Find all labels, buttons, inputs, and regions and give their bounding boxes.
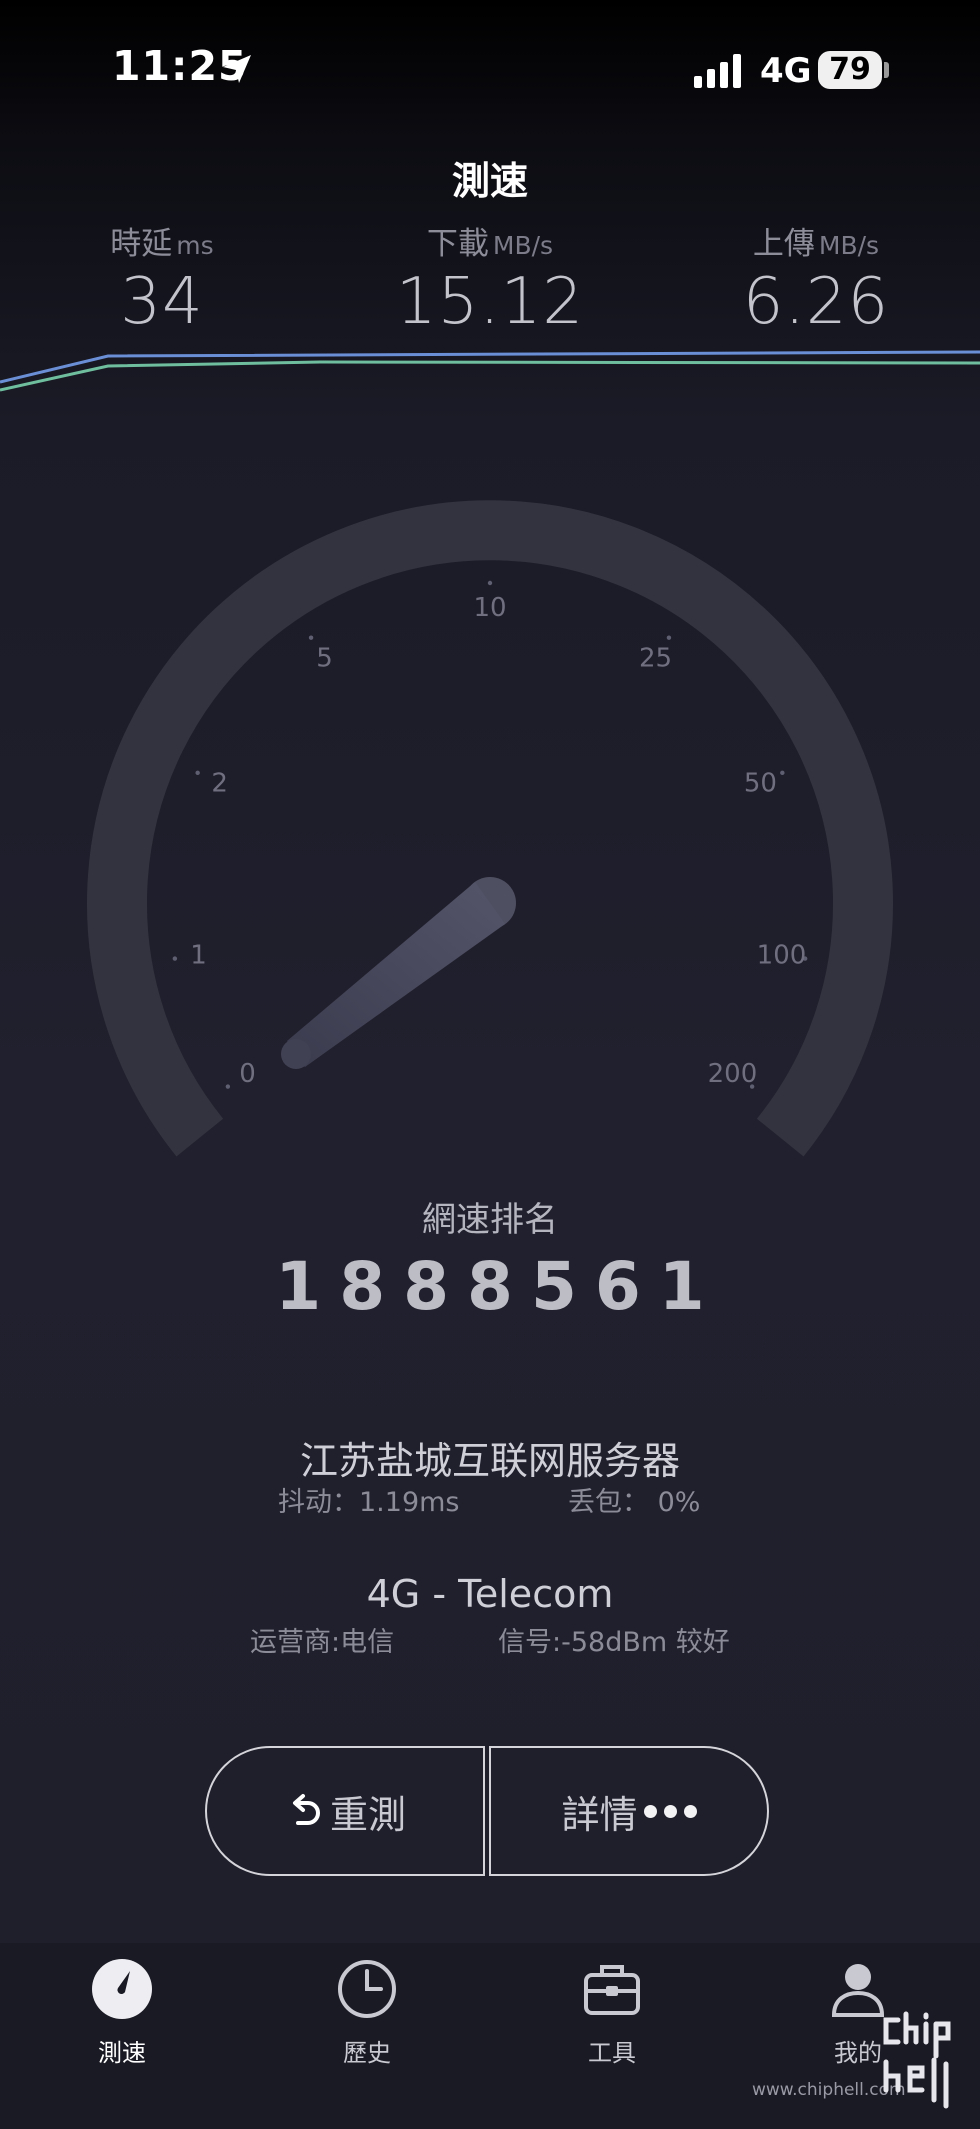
upload-metric: 上傳 MB/s 6.26 — [656, 218, 976, 339]
toolbox-icon — [584, 1965, 640, 2015]
gauge-tick-dot — [666, 635, 672, 640]
gauge-tick-label: 2 — [211, 769, 228, 799]
tab-label-speedtest: 測速 — [98, 2039, 146, 2067]
upload-label: 上傳 — [752, 226, 815, 262]
gauge-tick-label: 10 — [473, 593, 506, 623]
page-title: 測速 — [451, 159, 528, 203]
gauge-tick-label: 5 — [316, 644, 333, 674]
speed-trend-chart — [0, 350, 980, 392]
gauge-tick-label: 100 — [757, 940, 807, 970]
gauge-tick-dot — [308, 635, 314, 640]
download-trend-line — [0, 350, 980, 384]
gauge-tick-dot — [172, 956, 178, 961]
more-dots-icon — [643, 1804, 697, 1818]
undo-arrow-icon — [292, 1794, 320, 1825]
server-name: 江苏盐城互联网服务器 — [299, 1439, 680, 1483]
tab-history[interactable]: 歷史 — [307, 1943, 427, 2068]
retest-button[interactable]: 重測 — [205, 1746, 485, 1876]
download-metric: 下載 MB/s 15.12 — [330, 218, 650, 339]
network-type-indicator: 4G — [760, 51, 812, 91]
download-value: 15.12 — [395, 265, 585, 339]
latency-metric: 時延 ms 34 — [2, 218, 322, 339]
latency-label: 時延 — [110, 226, 173, 262]
location-arrow-icon — [223, 55, 251, 83]
details-button[interactable]: 詳情 — [489, 1746, 769, 1876]
gauge-tick-label: 50 — [744, 769, 777, 799]
gauge-tick-label: 1 — [190, 940, 207, 970]
clock-icon — [338, 1960, 396, 2018]
chiphell-logo — [883, 2011, 951, 2109]
speedometer-icon — [92, 1959, 152, 2019]
upload-trend-line — [0, 360, 980, 392]
packet-loss-value: 丢包： 0% — [568, 1487, 701, 1518]
tab-label-tools: 工具 — [588, 2039, 636, 2067]
upload-value: 6.26 — [742, 265, 890, 339]
rank-value: 1888561 — [275, 1248, 723, 1325]
gauge-tick-label: 0 — [239, 1059, 256, 1089]
tab-tools[interactable]: 工具 — [552, 1943, 672, 2068]
gauge-tick-dot — [780, 770, 785, 776]
signal-info: 信号:-58dBm 较好 — [498, 1627, 730, 1658]
gauge-tick-dot — [195, 770, 200, 776]
gauge-tick-label: 25 — [639, 644, 672, 674]
battery-indicator: 79 — [818, 51, 882, 89]
jitter-value: 抖动：1.19ms — [278, 1487, 460, 1518]
download-unit: MB/s — [492, 231, 554, 260]
tab-label-history: 歷史 — [343, 2039, 391, 2067]
cellular-signal-icon — [694, 54, 741, 88]
gauge-tick-dot — [225, 1084, 231, 1089]
speed-gauge: 0125102550100200 — [87, 500, 893, 1157]
tab-bar: 測速 歷史 工具 我的 — [0, 1943, 980, 2129]
tab-speedtest[interactable]: 測速 — [62, 1943, 182, 2068]
download-label: 下載 — [426, 226, 489, 262]
retest-label: 重測 — [329, 1792, 406, 1837]
network-type: 4G - Telecom — [366, 1572, 614, 1616]
latency-value: 34 — [120, 265, 204, 339]
gauge-tick-dot — [487, 580, 493, 586]
upload-unit: MB/s — [818, 231, 880, 260]
details-label: 詳情 — [561, 1792, 638, 1837]
rank-label: 網速排名 — [422, 1200, 558, 1240]
battery-tip — [884, 62, 889, 78]
carrier-info: 运营商:电信 — [250, 1627, 395, 1658]
gauge-needle — [281, 877, 516, 1069]
gauge-tick-label: 200 — [708, 1059, 758, 1089]
latency-unit: ms — [176, 231, 214, 260]
